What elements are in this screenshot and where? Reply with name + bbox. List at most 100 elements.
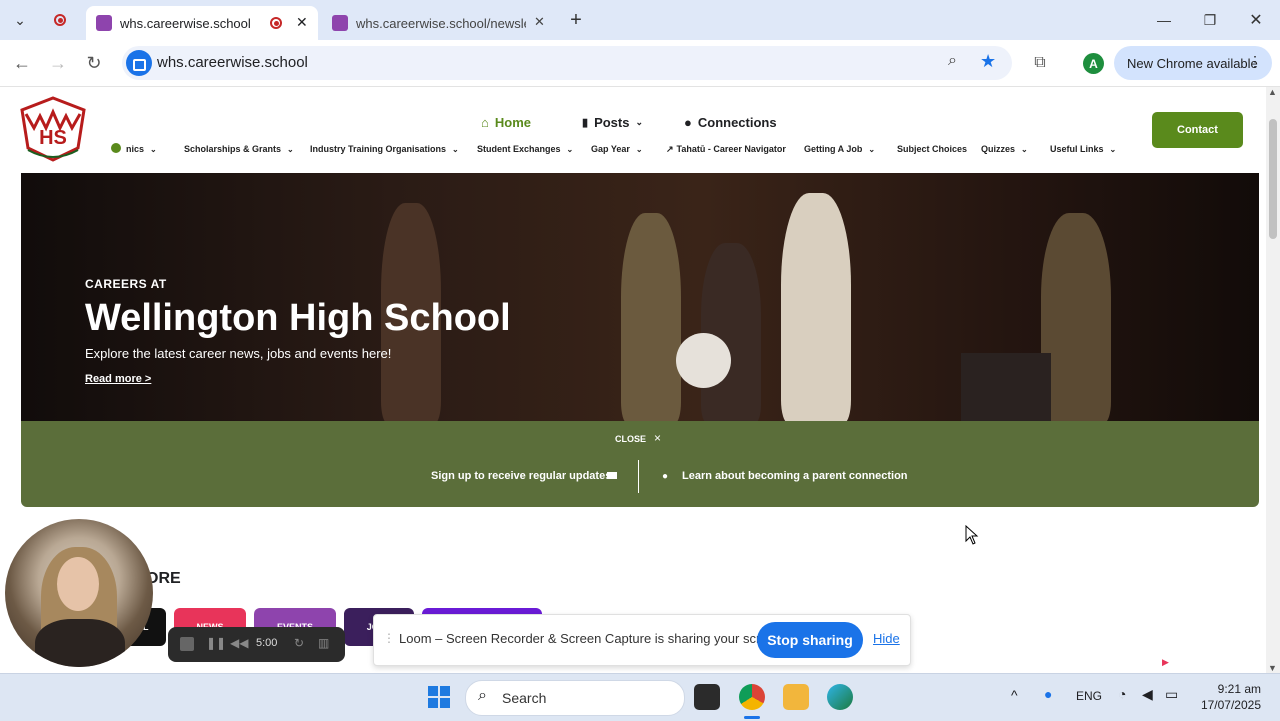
- tab-search-chevron-icon[interactable]: ⌄: [10, 10, 30, 30]
- zoom-magnifier-icon[interactable]: ⌕: [948, 52, 957, 70]
- search-icon: ⌕: [478, 687, 487, 704]
- task-view-icon[interactable]: [694, 684, 720, 710]
- page-scrollbar[interactable]: ▲ ▼: [1266, 87, 1280, 673]
- new-tab-plus-icon[interactable]: +: [566, 9, 586, 31]
- hero-kicker: CAREERS AT: [85, 277, 167, 291]
- back-arrow-icon[interactable]: ←: [9, 50, 35, 76]
- category-item[interactable]: ↗ Tahatū - Career Navigator: [666, 144, 786, 155]
- battery-icon[interactable]: ▭: [1165, 686, 1178, 703]
- hero-text: CAREERS AT Wellington High School Explor…: [85, 277, 511, 385]
- hero-subtitle: Explore the latest career news, jobs and…: [85, 346, 392, 361]
- nav-posts-label: Posts: [594, 115, 630, 130]
- contact-button[interactable]: Contact: [1152, 112, 1243, 148]
- home-icon: ⌂: [481, 115, 489, 130]
- envelope-icon: [607, 472, 617, 479]
- read-more-link[interactable]: Read more >: [85, 373, 511, 385]
- browser-toolbar: ← → ↻ whs.careerwise.school ⌕ ★ ⧉ A New …: [0, 40, 1280, 87]
- external-link-icon: ↗: [666, 144, 674, 154]
- stop-square-icon[interactable]: [180, 637, 194, 651]
- category-item[interactable]: Industry Training Organisations ⌄: [310, 144, 459, 154]
- microphone-icon[interactable]: ●: [1044, 686, 1052, 702]
- nav-posts[interactable]: ▮ Posts ⌄: [582, 115, 643, 130]
- nav-scroll-left-icon[interactable]: [111, 143, 121, 153]
- person-icon: ●: [662, 471, 669, 482]
- language-indicator[interactable]: ENG: [1076, 689, 1102, 703]
- close-bar-button[interactable]: CLOSE: [615, 434, 646, 444]
- chrome-icon[interactable]: [739, 684, 765, 710]
- category-item[interactable]: Getting A Job ⌄: [804, 144, 875, 154]
- clock-date: 17/07/2025: [1200, 698, 1261, 712]
- wifi-icon[interactable]: ◔: [1118, 686, 1126, 702]
- close-icon[interactable]: ×: [654, 431, 661, 445]
- category-item[interactable]: Subject Choices: [897, 144, 967, 154]
- drag-handle-icon[interactable]: ⋮: [383, 631, 395, 645]
- address-bar[interactable]: whs.careerwise.school ⌕ ★: [122, 46, 1012, 80]
- chevron-down-icon: ⌄: [635, 145, 643, 154]
- restart-icon[interactable]: ↻: [294, 636, 304, 650]
- nav-connections[interactable]: ● Connections: [684, 115, 777, 130]
- person-icon: ●: [684, 115, 692, 130]
- tab-title: whs.careerwise.school/newsletter: [356, 15, 526, 31]
- loom-webcam-bubble[interactable]: [5, 519, 153, 667]
- extensions-puzzle-icon[interactable]: ⧉: [1027, 50, 1053, 76]
- logo-lettering: HS: [39, 127, 67, 149]
- minimize-icon[interactable]: —: [1154, 10, 1174, 30]
- rewind-icon[interactable]: ◀◀: [230, 636, 248, 650]
- windows-taskbar: ⌕ Search ^ ● ENG ◔ ◀ ▭ 9:21 am 17/07/202…: [0, 673, 1280, 721]
- parent-connection-link[interactable]: Learn about becoming a parent connection: [682, 470, 908, 482]
- category-item[interactable]: Student Exchanges ⌄: [477, 144, 573, 154]
- chevron-down-icon: ⌄: [566, 145, 574, 154]
- clock-time: 9:21 am: [1217, 682, 1261, 696]
- close-tab-icon[interactable]: ✕: [296, 14, 308, 31]
- tab-newsletter[interactable]: whs.careerwise.school/newsletter ✕: [322, 6, 554, 40]
- hide-link[interactable]: Hide: [873, 631, 900, 646]
- system-clock[interactable]: 9:21 am 17/07/2025: [1196, 681, 1261, 713]
- share-notice-text: Loom – Screen Recorder & Screen Capture …: [399, 631, 786, 646]
- nav-connections-label: Connections: [697, 115, 777, 130]
- school-logo[interactable]: HS: [20, 96, 86, 162]
- reload-icon[interactable]: ↻: [81, 50, 107, 76]
- nav-home[interactable]: ⌂ Home: [481, 115, 531, 130]
- file-explorer-icon[interactable]: [783, 684, 809, 710]
- chevron-down-icon: ⌄: [1021, 145, 1028, 154]
- volume-icon[interactable]: ◀: [1142, 686, 1153, 703]
- category-item[interactable]: Scholarships & Grants ⌄: [184, 144, 294, 154]
- profile-avatar[interactable]: A: [1083, 53, 1104, 74]
- scroll-down-icon[interactable]: ▼: [1268, 663, 1277, 673]
- recording-indicator-icon: [50, 10, 70, 30]
- scroll-up-icon[interactable]: ▲: [1268, 87, 1277, 97]
- restore-icon[interactable]: ❐: [1200, 10, 1220, 30]
- forward-arrow-icon[interactable]: →: [45, 50, 71, 76]
- stop-sharing-button[interactable]: Stop sharing: [757, 622, 863, 658]
- url-text: whs.careerwise.school: [157, 54, 308, 71]
- tray-chevron-up-icon[interactable]: ^: [1011, 687, 1018, 703]
- bookmark-star-icon[interactable]: ★: [980, 51, 996, 72]
- category-item[interactable]: Quizzes ⌄: [981, 144, 1028, 154]
- hero-title: Wellington High School: [85, 297, 511, 339]
- site-favicon-icon: [96, 15, 112, 31]
- webcam-shirt: [35, 619, 125, 667]
- edge-icon[interactable]: [827, 684, 853, 710]
- scroll-thumb[interactable]: [1269, 119, 1277, 239]
- new-chrome-available-button[interactable]: New Chrome available ⋮: [1114, 46, 1272, 80]
- trash-icon[interactable]: ▥: [318, 636, 329, 650]
- close-tab-icon[interactable]: ✕: [534, 14, 545, 30]
- signup-link[interactable]: Sign up to receive regular updates: [431, 470, 611, 482]
- tab-whs-careerwise[interactable]: whs.careerwise.school ✕: [86, 6, 318, 40]
- site-info-icon[interactable]: [126, 50, 152, 76]
- category-nav: nics ⌄ Scholarships & Grants ⌄ Industry Tr…: [110, 143, 1130, 158]
- chevron-down-icon: ⌄: [1109, 145, 1117, 154]
- category-item[interactable]: Gap Year ⌄: [591, 144, 643, 154]
- chevron-down-icon: ⌄: [287, 145, 294, 154]
- chevron-down-icon: ⌄: [868, 145, 876, 154]
- category-item[interactable]: Useful Links ⌄: [1050, 144, 1116, 154]
- close-window-icon[interactable]: ✕: [1246, 10, 1266, 30]
- small-pink-arrow-icon: ▶: [1162, 657, 1169, 667]
- windows-start-icon[interactable]: [428, 686, 450, 708]
- pause-icon[interactable]: ❚❚: [206, 636, 226, 650]
- tab-title: whs.careerwise.school: [120, 15, 251, 31]
- category-item[interactable]: nics ⌄: [126, 144, 157, 154]
- taskbar-search[interactable]: ⌕ Search: [465, 680, 685, 716]
- search-label: Search: [502, 690, 547, 706]
- chevron-down-icon: ⌄: [452, 145, 459, 154]
